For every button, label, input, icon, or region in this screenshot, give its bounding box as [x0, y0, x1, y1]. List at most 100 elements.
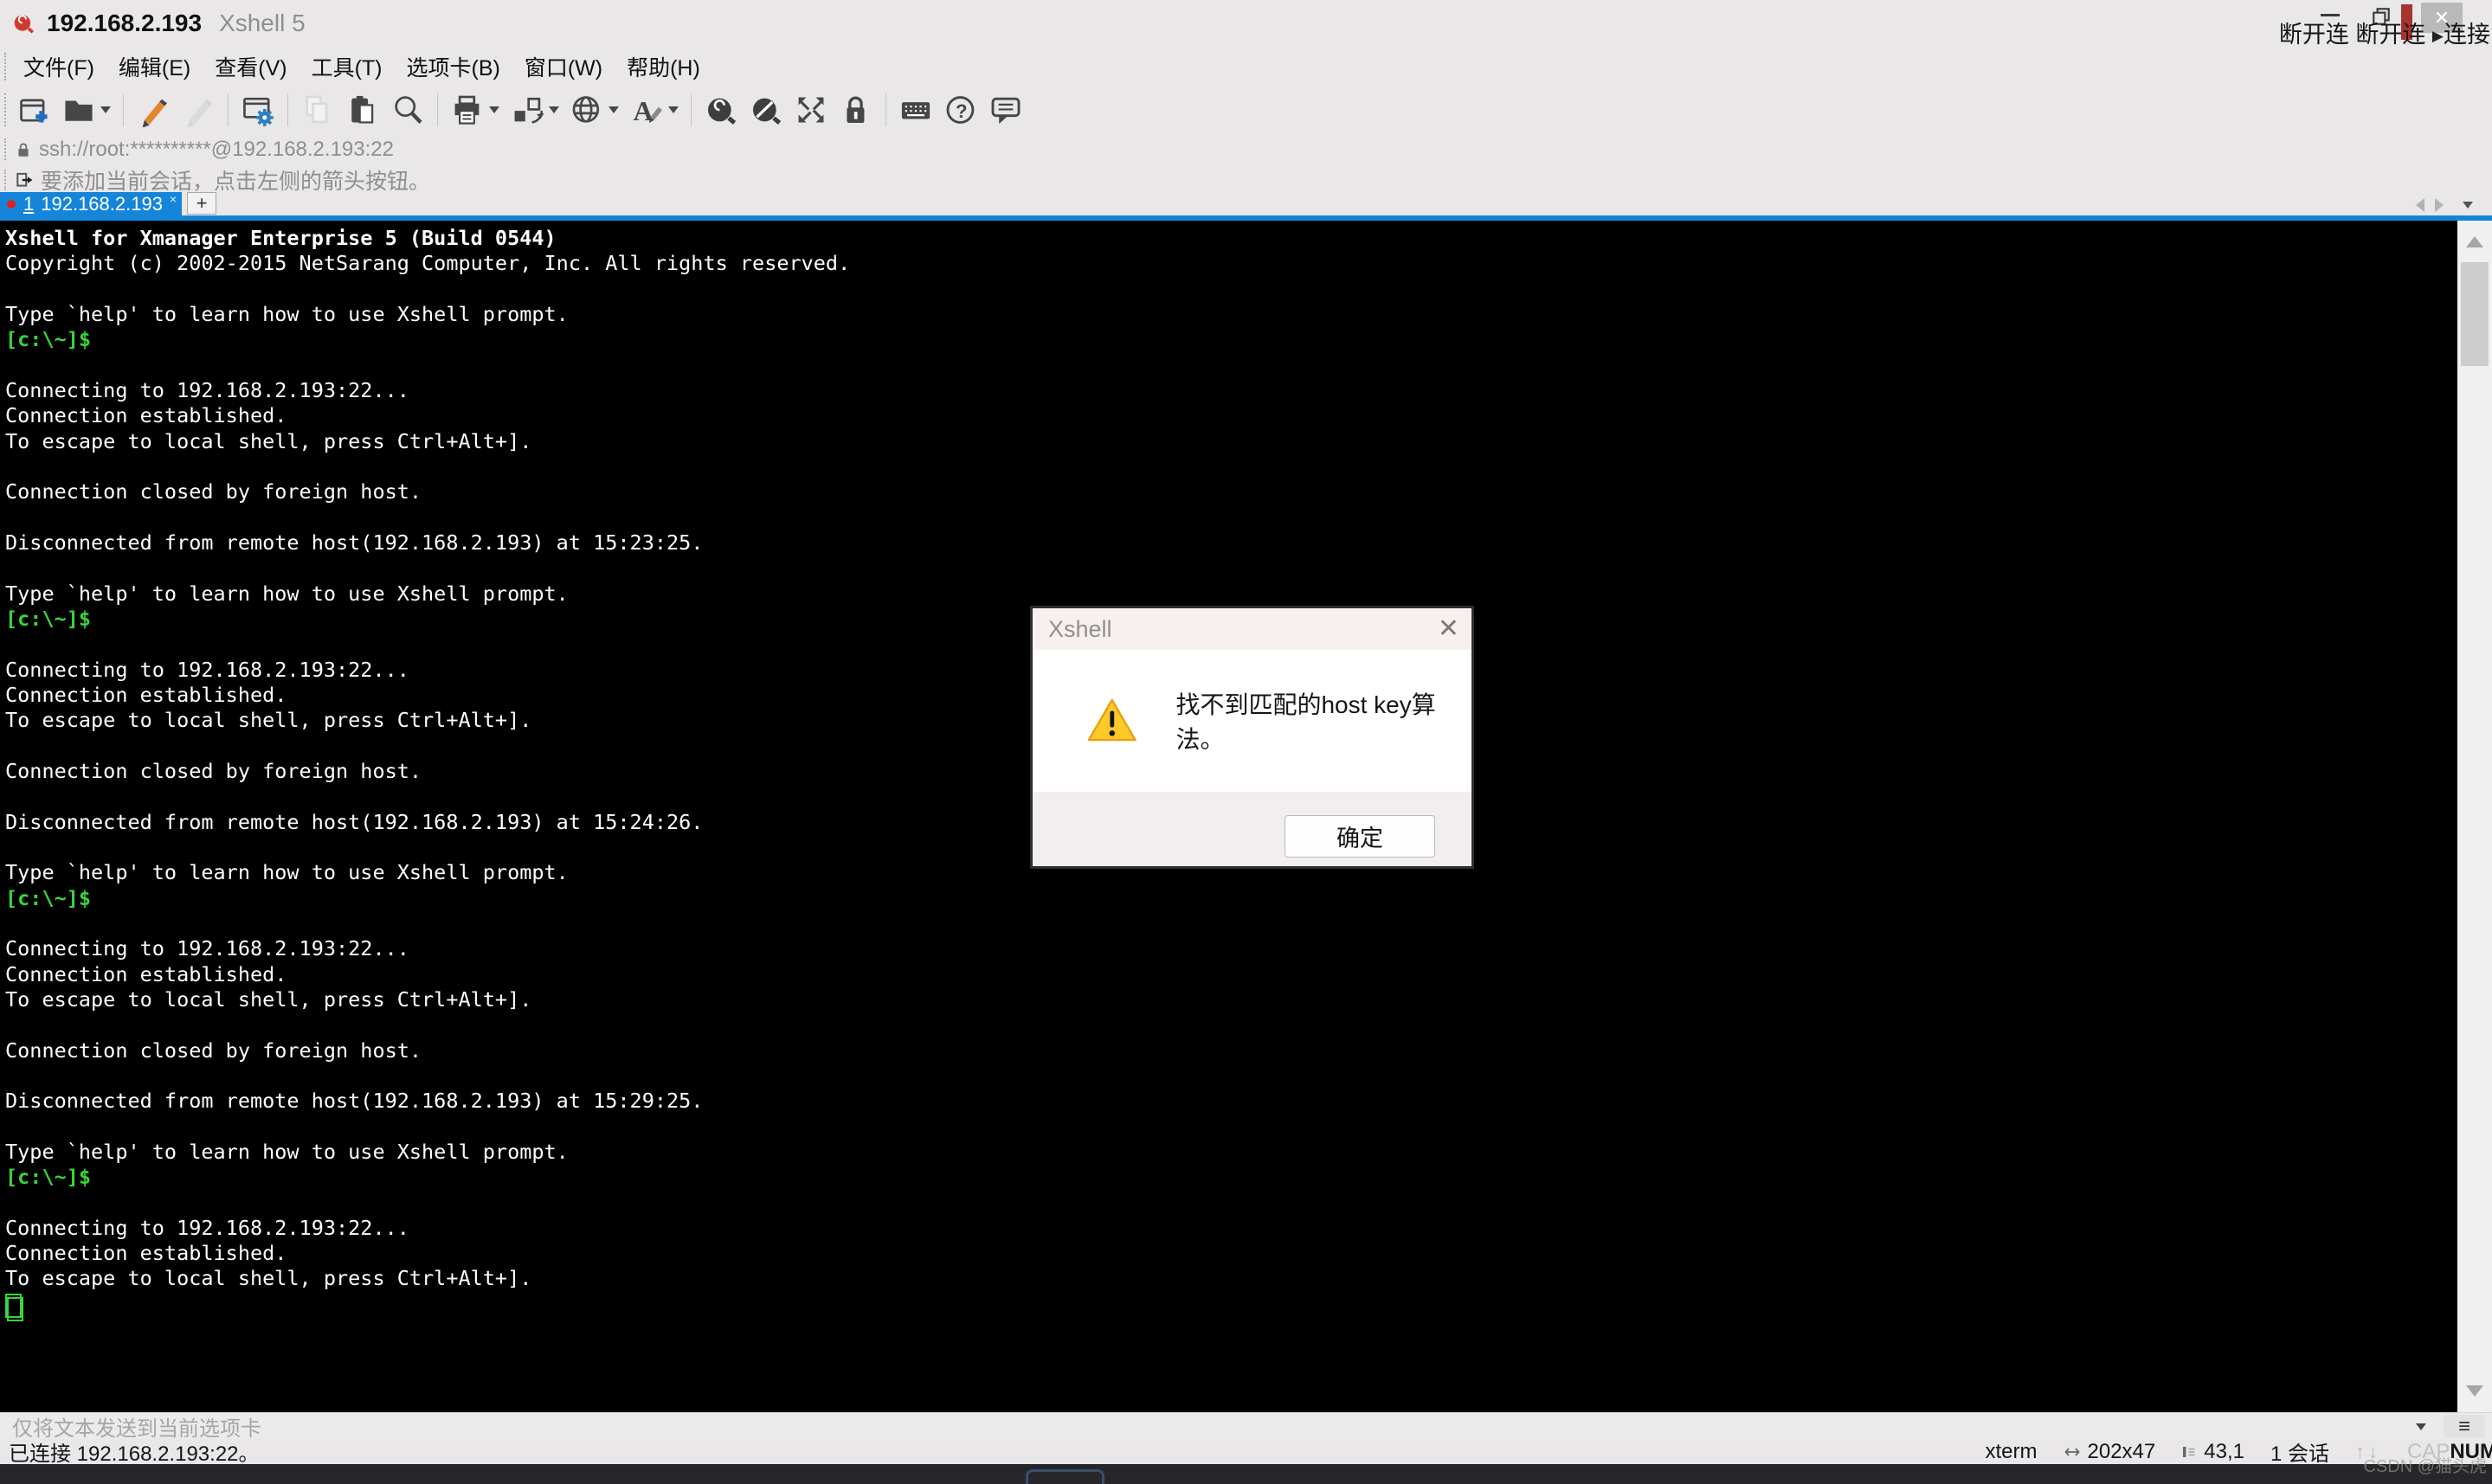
- send-text-bar[interactable]: 仅将文本发送到当前选项卡 ≡: [0, 1412, 2492, 1441]
- window-title-app: Xshell 5: [219, 10, 306, 36]
- toolbar-separator: [287, 93, 288, 126]
- xshell-logo-icon: [14, 15, 35, 34]
- xftp-icon: [753, 98, 782, 125]
- menu-item[interactable]: 文件(F): [11, 47, 106, 87]
- feedback-button[interactable]: [984, 89, 1027, 131]
- ok-button[interactable]: 确定: [1285, 815, 1435, 858]
- new-session-button[interactable]: [12, 89, 55, 131]
- tooltip-overlay-text: 断开连 断开连 ▶连接: [2279, 16, 2490, 49]
- terminal-cursor: [7, 1296, 23, 1321]
- toolbar-separator: [123, 93, 124, 126]
- chevron-down-icon[interactable]: [100, 106, 111, 113]
- edit-session-disabled-button: [177, 89, 220, 131]
- session-properties-button[interactable]: [236, 89, 280, 131]
- new-tab-button[interactable]: +: [187, 192, 216, 215]
- terminal-line: Connection established.: [5, 961, 287, 986]
- terminal-line: Type `help' to learn how to use Xshell p…: [5, 1139, 569, 1164]
- paste-button[interactable]: [341, 89, 384, 131]
- tab-close-icon[interactable]: ×: [170, 192, 177, 206]
- window-title-host: 192.168.2.193: [47, 10, 203, 36]
- font-button[interactable]: A: [625, 89, 683, 131]
- terminal-scrollbar[interactable]: [2457, 221, 2492, 1412]
- web-browser-button[interactable]: [565, 89, 623, 131]
- scrollbar-thumb[interactable]: [2461, 262, 2489, 366]
- fullscreen-icon: [798, 97, 824, 123]
- send-bar-dropdown-icon[interactable]: [2416, 1423, 2426, 1430]
- terminal-line: To escape to local shell, press Ctrl+Alt…: [5, 1266, 532, 1291]
- edit-session-icon: [142, 99, 167, 127]
- session-count[interactable]: 1 会话: [2270, 1436, 2329, 1467]
- terminal-line: Disconnected from remote host(192.168.2.…: [5, 530, 704, 555]
- menu-item[interactable]: 查看(V): [203, 47, 299, 87]
- xagent-icon: [708, 98, 737, 125]
- title-bar[interactable]: 192.168.2.193 Xshell 5: [0, 0, 2492, 47]
- watermark-text: CSDN @猫头虎: [2363, 1457, 2487, 1476]
- cursor-position-segment[interactable]: 43,1: [2181, 1440, 2244, 1464]
- soft-keyboard-button[interactable]: [894, 89, 937, 131]
- taskbar-peek: [1026, 1469, 1104, 1484]
- xftp-button[interactable]: [744, 89, 788, 131]
- send-bar-menu-button[interactable]: ≡: [2444, 1415, 2485, 1438]
- lock-screen-button[interactable]: [834, 89, 878, 131]
- chevron-down-icon[interactable]: [489, 106, 499, 113]
- toolbar: A?: [0, 87, 2492, 133]
- toolbar-separator: [437, 93, 438, 126]
- terminal-line: Type `help' to learn how to use Xshell p…: [5, 581, 569, 606]
- screen-capture-icon: [514, 97, 544, 124]
- tab-scroll-right-icon[interactable]: [2435, 198, 2444, 212]
- web-browser-icon: [572, 96, 600, 123]
- menu-item[interactable]: 帮助(H): [615, 47, 712, 87]
- tab-scroll-left-icon[interactable]: [2416, 198, 2424, 212]
- edit-session-button[interactable]: [132, 89, 175, 131]
- dialog-title-bar[interactable]: Xshell ✕: [1033, 608, 1471, 650]
- dialog-close-icon[interactable]: ✕: [1438, 614, 1459, 644]
- cursor-position: 43,1: [2204, 1439, 2244, 1463]
- resize-icon: [2064, 1447, 2080, 1456]
- find-button[interactable]: [386, 89, 429, 131]
- terminal-type[interactable]: xterm: [1986, 1440, 2038, 1464]
- scroll-up-icon[interactable]: [2466, 236, 2483, 247]
- fullscreen-button[interactable]: [789, 89, 833, 131]
- address-url[interactable]: ssh://root:**********@192.168.2.193:22: [39, 138, 394, 162]
- terminal-line: Connection established.: [5, 1241, 287, 1266]
- screen-capture-button[interactable]: [505, 89, 563, 131]
- tooltip-fragment: 断开连: [2278, 22, 2349, 48]
- tab-status-dot: [7, 199, 16, 209]
- plus-icon: +: [196, 192, 208, 214]
- tab-scroll-controls: [2416, 198, 2473, 212]
- quickbar-grip[interactable]: [4, 170, 6, 190]
- menu-item[interactable]: 窗口(W): [512, 47, 615, 87]
- terminal-line: [c:\~]$: [5, 1165, 92, 1190]
- add-session-arrow-icon[interactable]: [15, 171, 34, 189]
- tab-bar: 1 192.168.2.193 × +: [0, 192, 2492, 215]
- feedback-icon: [991, 97, 1021, 125]
- menubar-grip[interactable]: [4, 52, 6, 81]
- status-bar: 已连接 192.168.2.193:22。 xterm 202x47 43,1 …: [0, 1436, 2492, 1467]
- menu-item[interactable]: 选项卡(B): [395, 47, 512, 87]
- print-button[interactable]: [446, 89, 504, 131]
- terminal-line: Connection closed by foreign host.: [5, 479, 422, 504]
- addressbar-grip[interactable]: [4, 138, 6, 161]
- chevron-down-icon[interactable]: [668, 106, 679, 113]
- toolbar-grip[interactable]: [4, 93, 6, 126]
- menu-item[interactable]: 编辑(E): [106, 47, 203, 87]
- help-button[interactable]: ?: [939, 89, 982, 131]
- xagent-button[interactable]: [699, 89, 743, 131]
- soft-keyboard-icon: [901, 102, 930, 119]
- terminal-size: 202x47: [2087, 1439, 2156, 1463]
- tab-list-dropdown-icon[interactable]: [2463, 202, 2473, 209]
- address-bar[interactable]: ssh://root:**********@192.168.2.193:22: [0, 133, 2492, 165]
- open-session-button[interactable]: [57, 89, 115, 131]
- chevron-down-icon[interactable]: [549, 106, 559, 113]
- menu-item[interactable]: 工具(T): [299, 47, 395, 87]
- scroll-down-icon[interactable]: [2466, 1385, 2483, 1397]
- toolbar-separator: [228, 93, 229, 126]
- tab-number: 1: [23, 192, 35, 215]
- chevron-down-icon[interactable]: [609, 106, 619, 113]
- session-tab[interactable]: 1 192.168.2.193 ×: [0, 192, 182, 215]
- terminal-size-segment[interactable]: 202x47: [2064, 1439, 2156, 1464]
